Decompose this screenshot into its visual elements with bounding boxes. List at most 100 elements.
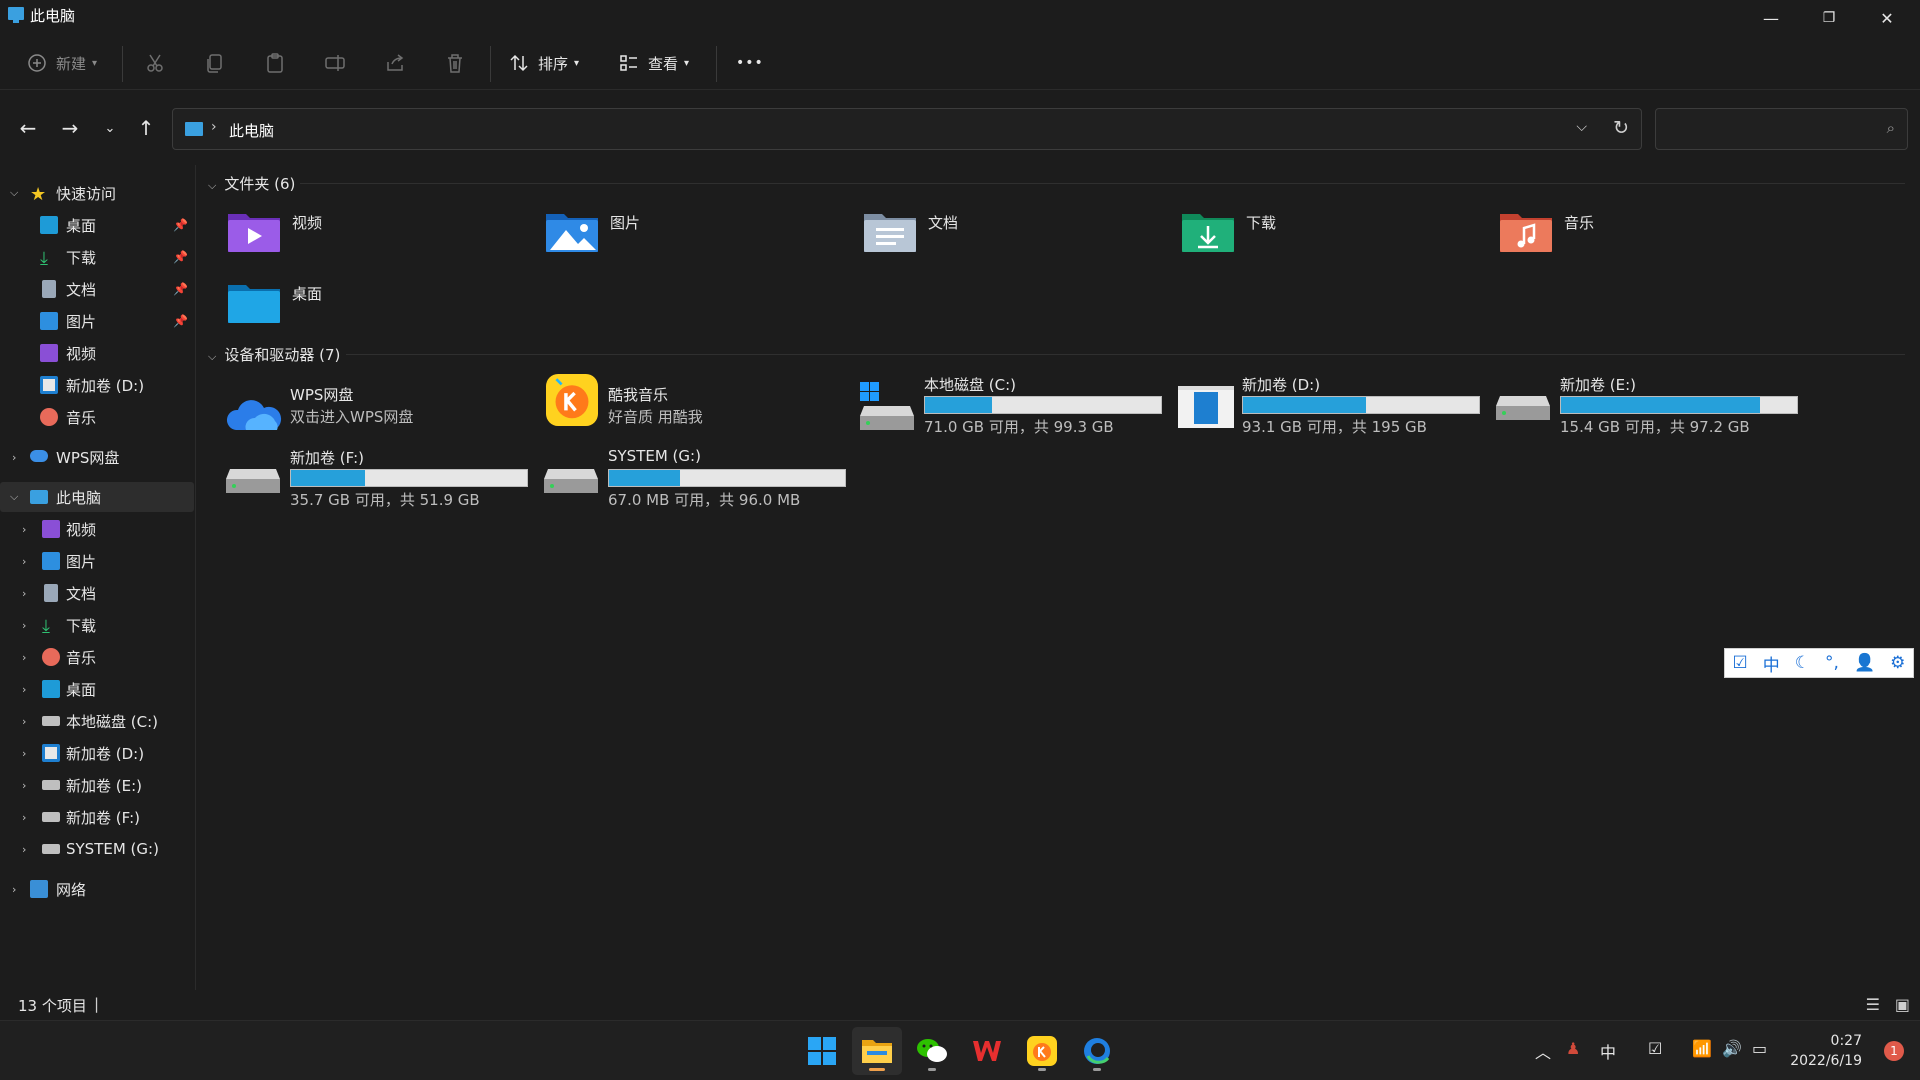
taskbar-edge[interactable] <box>1072 1027 1122 1075</box>
drives-section-header[interactable]: ⌵ 设备和驱动器 (7) <box>208 344 340 365</box>
sidebar-item-documents[interactable]: › 文档 <box>0 578 194 608</box>
refresh-icon[interactable]: ↻ <box>1613 117 1629 139</box>
gear-icon[interactable]: ⚙ <box>1890 653 1905 673</box>
chevron-right-icon[interactable]: › <box>12 883 16 896</box>
breadcrumb-this-pc[interactable]: 此电脑 <box>229 120 274 141</box>
sort-button[interactable]: 排序 ▾ <box>508 46 579 80</box>
chevron-right-icon[interactable]: › <box>22 555 26 568</box>
taskbar-kuwo[interactable] <box>1017 1027 1067 1075</box>
chevron-right-icon[interactable]: › <box>22 811 26 824</box>
sidebar-item-drive-d[interactable]: › 新加卷 (D:) <box>0 738 194 768</box>
more-options-button[interactable]: ••• <box>736 46 764 80</box>
ime-mode-button[interactable]: 中 <box>1763 651 1780 676</box>
drive-d[interactable]: 新加卷 (D:) 93.1 GB 可用，共 195 GB <box>1176 374 1486 440</box>
ime-indicator[interactable]: 中 <box>1600 1039 1616 1063</box>
chevron-right-icon[interactable]: › <box>22 779 26 792</box>
punctuation-icon[interactable]: °, <box>1825 653 1839 673</box>
sidebar-item-drive-c[interactable]: › 本地磁盘 (C:) <box>0 706 194 736</box>
paste-button[interactable] <box>264 46 286 80</box>
ime-tool-icon[interactable]: ☑ <box>1648 1039 1662 1058</box>
sidebar-item-desktop[interactable]: 桌面 📌 <box>0 210 194 240</box>
new-button[interactable]: 新建 ▾ <box>26 46 97 80</box>
chevron-down-icon[interactable]: ⌵ <box>10 186 18 200</box>
sidebar-item-drive-e[interactable]: › 新加卷 (E:) <box>0 770 194 800</box>
wifi-icon[interactable]: 📶 <box>1692 1039 1712 1058</box>
sidebar-item-pictures[interactable]: › 图片 <box>0 546 194 576</box>
sidebar-item-drive-f[interactable]: › 新加卷 (F:) <box>0 802 194 832</box>
pin-icon[interactable]: 📌 <box>173 250 188 264</box>
taskbar-file-explorer[interactable] <box>852 1027 902 1075</box>
folder-documents[interactable]: 文档 <box>862 204 1162 260</box>
pin-icon[interactable]: 📌 <box>173 282 188 296</box>
sidebar-item-pictures[interactable]: 图片 📌 <box>0 306 194 336</box>
kuwo-music-item[interactable]: 酷我音乐 好音质 用酷我 <box>542 374 852 440</box>
moon-icon[interactable]: ☾ <box>1795 653 1810 673</box>
user-icon[interactable]: 👤 <box>1854 653 1875 673</box>
chevron-down-icon[interactable]: ⌵ <box>10 490 18 504</box>
up-button[interactable]: ↑ <box>130 114 162 142</box>
copy-button[interactable] <box>204 46 226 80</box>
taskbar-wechat[interactable] <box>907 1027 957 1075</box>
pin-icon[interactable]: 📌 <box>173 218 188 232</box>
folder-desktop[interactable]: 桌面 <box>226 275 526 331</box>
pin-icon[interactable]: 📌 <box>173 314 188 328</box>
share-button[interactable] <box>384 46 406 80</box>
delete-button[interactable] <box>444 46 466 80</box>
drive-e[interactable]: 新加卷 (E:) 15.4 GB 可用，共 97.2 GB <box>1494 374 1804 440</box>
sidebar-item-videos[interactable]: 视频 <box>0 338 194 368</box>
recent-locations-button[interactable]: ⌄ <box>94 114 126 142</box>
sidebar-item-quick-access[interactable]: ⌵ ★ 快速访问 <box>0 178 194 208</box>
ime-logo-icon[interactable]: ☑ <box>1733 653 1748 673</box>
sidebar-item-music[interactable]: 音乐 <box>0 402 194 432</box>
chevron-right-icon[interactable]: › <box>22 715 26 728</box>
qq-icon[interactable]: ♟ <box>1566 1039 1580 1058</box>
sidebar-item-downloads[interactable]: ⤓ 下载 📌 <box>0 242 194 272</box>
sidebar-item-wps-cloud[interactable]: › WPS网盘 <box>0 442 194 472</box>
chevron-right-icon[interactable]: › <box>22 651 26 664</box>
chevron-right-icon[interactable]: › <box>22 523 26 536</box>
sidebar-item-network[interactable]: › 网络 <box>0 874 194 904</box>
details-view-icon[interactable]: ☰ <box>1866 995 1880 1014</box>
clock[interactable]: 0:27 2022/6/19 <box>1790 1031 1862 1071</box>
drive-f[interactable]: 新加卷 (F:) 35.7 GB 可用，共 51.9 GB <box>224 447 534 513</box>
chevron-right-icon[interactable]: › <box>22 619 26 632</box>
battery-icon[interactable]: ▭ <box>1752 1039 1767 1058</box>
large-icons-view-icon[interactable]: ▣ <box>1895 995 1910 1014</box>
wps-cloud-item[interactable]: WPS网盘 双击进入WPS网盘 <box>224 384 534 450</box>
cut-button[interactable] <box>144 46 166 80</box>
sidebar-item-this-pc[interactable]: ⌵ 此电脑 <box>0 482 194 512</box>
address-dropdown-icon[interactable]: ⌵ <box>1576 119 1587 135</box>
start-button[interactable] <box>797 1027 847 1075</box>
minimize-button[interactable]: — <box>1742 0 1800 36</box>
address-bar[interactable]: › 此电脑 ⌵ ↻ <box>172 108 1642 150</box>
folder-videos[interactable]: 视频 <box>226 204 526 260</box>
sidebar-item-music[interactable]: › 音乐 <box>0 642 194 672</box>
chevron-right-icon[interactable]: › <box>22 683 26 696</box>
sidebar-item-drive-d[interactable]: 新加卷 (D:) <box>0 370 194 400</box>
sidebar-item-drive-g[interactable]: › SYSTEM (G:) <box>0 834 194 864</box>
chevron-right-icon[interactable]: › <box>22 747 26 760</box>
sidebar-item-desktop[interactable]: › 桌面 <box>0 674 194 704</box>
forward-button[interactable]: → <box>54 114 86 142</box>
show-hidden-icons-chevron-icon[interactable]: ︿ <box>1535 1039 1551 1063</box>
folder-music[interactable]: 音乐 <box>1498 204 1798 260</box>
folder-downloads[interactable]: 下载 <box>1180 204 1480 260</box>
folder-pictures[interactable]: 图片 <box>544 204 844 260</box>
sidebar-item-downloads[interactable]: › ⤓ 下载 <box>0 610 194 640</box>
taskbar-wps[interactable] <box>962 1027 1012 1075</box>
rename-button[interactable] <box>324 46 346 80</box>
chevron-right-icon[interactable]: › <box>22 587 26 600</box>
volume-icon[interactable]: 🔊 <box>1722 1039 1742 1058</box>
drive-g[interactable]: SYSTEM (G:) 67.0 MB 可用，共 96.0 MB <box>542 447 852 513</box>
drive-c[interactable]: 本地磁盘 (C:) 71.0 GB 可用，共 99.3 GB <box>858 374 1168 440</box>
chevron-right-icon[interactable]: › <box>12 451 16 464</box>
folders-section-header[interactable]: ⌵ 文件夹 (6) <box>208 173 295 194</box>
sidebar-item-videos[interactable]: › 视频 <box>0 514 194 544</box>
close-button[interactable]: ✕ <box>1858 0 1916 36</box>
sidebar-item-documents[interactable]: 文档 📌 <box>0 274 194 304</box>
notification-badge[interactable]: 1 <box>1884 1041 1904 1061</box>
restore-button[interactable]: ❐ <box>1800 0 1858 36</box>
back-button[interactable]: ← <box>12 114 44 142</box>
search-input[interactable]: ⌕ <box>1655 108 1908 150</box>
view-button[interactable]: 查看 ▾ <box>618 46 689 80</box>
